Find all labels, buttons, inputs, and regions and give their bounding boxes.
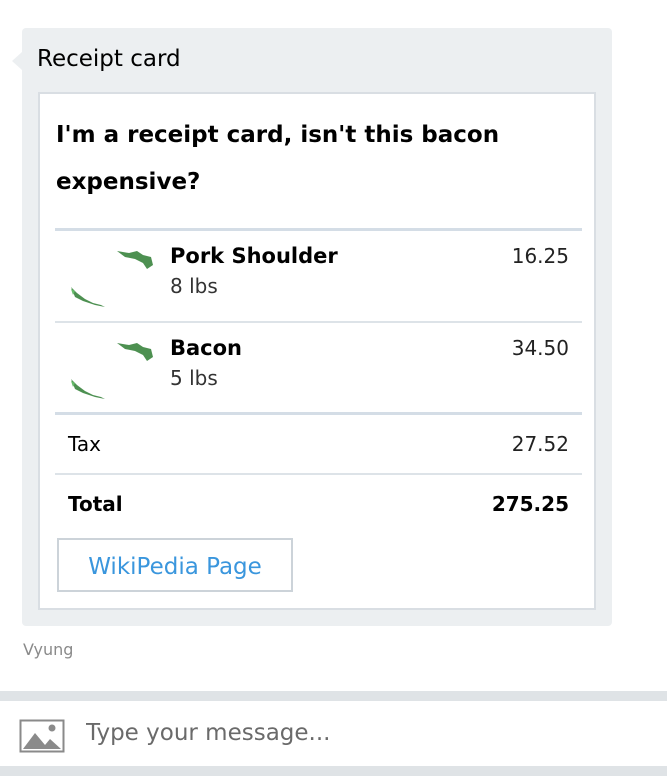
item-quantity: 5 lbs — [170, 366, 218, 390]
item-name: Bacon — [170, 336, 243, 360]
message-bubble: Receipt card I'm a receipt card, isn't t… — [12, 28, 612, 626]
composer — [0, 701, 667, 766]
receipt-item: Pork Shoulder 8 lbs 16.25 — [55, 231, 582, 321]
total-row: Total 275.25 — [55, 475, 582, 533]
message-input[interactable] — [86, 713, 646, 753]
receipt-card: I'm a receipt card, isn't this bacon exp… — [38, 92, 596, 610]
item-price: 16.25 — [511, 244, 569, 268]
item-name: Pork Shoulder — [170, 244, 338, 268]
bubble-tail — [12, 52, 22, 70]
total-value: 275.25 — [491, 492, 569, 516]
receipt-title: I'm a receipt card, isn't this bacon exp… — [56, 122, 500, 195]
item-price: 34.50 — [511, 336, 569, 360]
wikipedia-page-button[interactable]: WikiPedia Page — [57, 538, 293, 592]
bubble-title: Receipt card — [37, 46, 181, 72]
thumbnail-icon — [71, 343, 153, 399]
item-quantity: 8 lbs — [170, 274, 218, 298]
thumbnail-icon — [71, 251, 153, 307]
tax-row: Tax 27.52 — [55, 415, 582, 473]
tax-value: 27.52 — [511, 432, 569, 456]
sender-name: Vyung — [23, 640, 74, 659]
composer-bar — [0, 691, 667, 776]
receipt-item: Bacon 5 lbs 34.50 — [55, 323, 582, 413]
tax-label: Tax — [68, 432, 101, 456]
image-upload-icon[interactable] — [19, 719, 65, 753]
total-label: Total — [68, 492, 123, 516]
